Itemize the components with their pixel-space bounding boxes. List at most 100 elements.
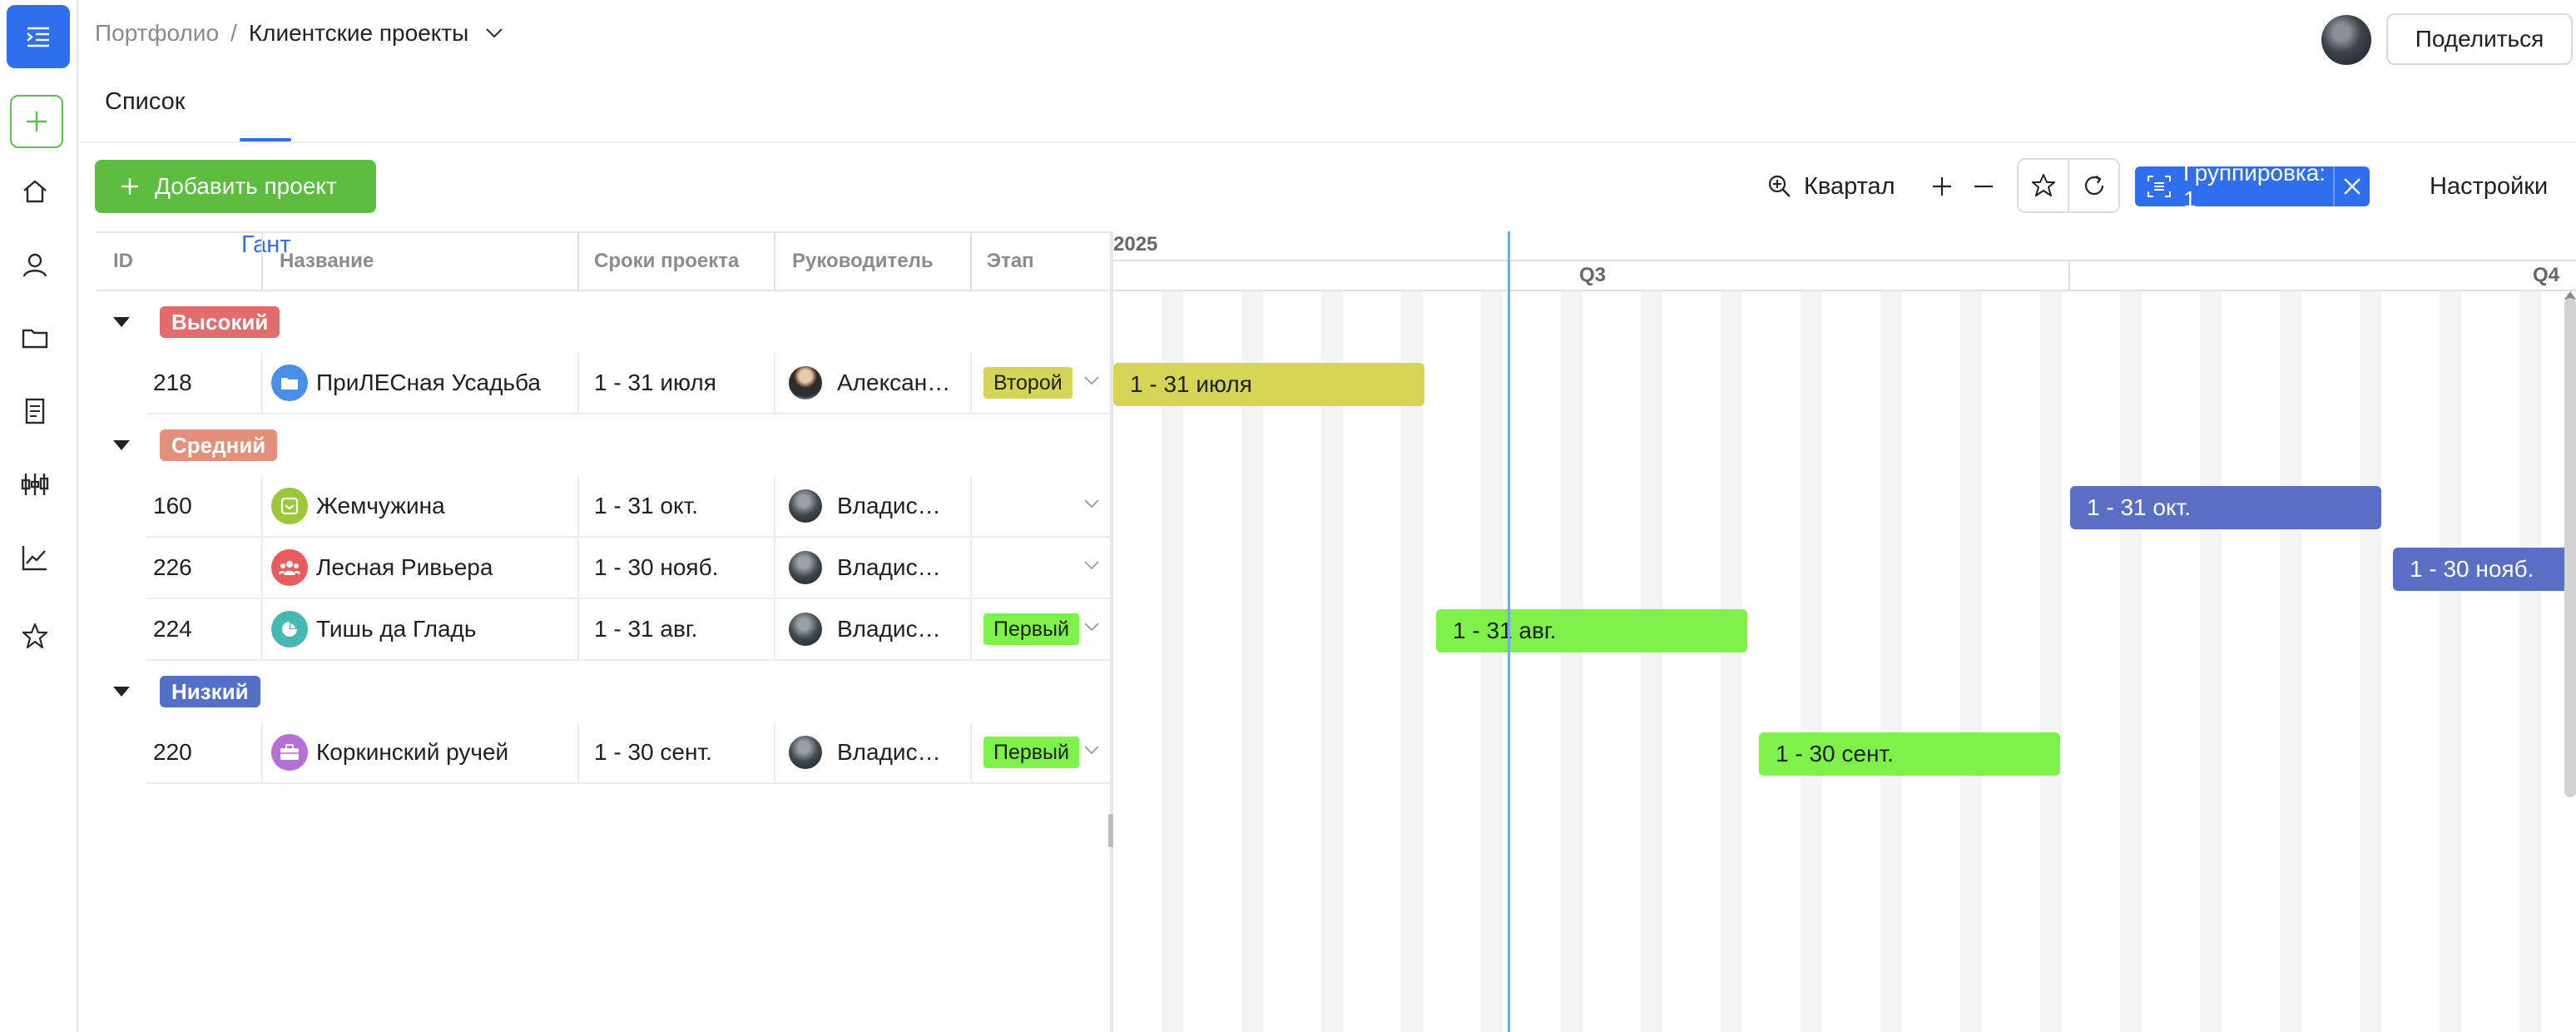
cell-divider <box>577 722 579 782</box>
cell-divider <box>261 476 263 536</box>
column-header-dates[interactable]: Сроки проекта <box>594 233 739 290</box>
manager-cell[interactable]: Владислав <box>789 476 960 536</box>
timeline-quarter: Q3 <box>1579 264 1607 286</box>
stage-cell[interactable]: Первый <box>983 722 1079 782</box>
gantt-bar[interactable]: 1 - 31 окт. <box>2070 486 2381 529</box>
avatar <box>789 736 822 769</box>
menu-toggle-button[interactable] <box>7 5 70 68</box>
chevron-down-icon[interactable] <box>1083 559 1100 574</box>
plus-icon <box>121 178 138 195</box>
group-row-high[interactable]: Высокий <box>97 291 1112 353</box>
stage-cell[interactable]: Первый <box>983 599 1079 659</box>
share-button[interactable]: Поделиться <box>2386 13 2573 65</box>
manager-cell[interactable]: Владислав <box>789 538 960 598</box>
stage-cell[interactable]: Второй <box>983 353 1073 413</box>
star-icon[interactable] <box>18 619 52 652</box>
group-row-low[interactable]: Низкий <box>97 661 1112 722</box>
refresh-button[interactable] <box>2069 160 2118 211</box>
cell-divider <box>774 353 775 413</box>
timeline-year: 2025 <box>1113 233 1158 256</box>
week-stripe <box>1960 291 1982 1032</box>
tab-list[interactable]: Список <box>105 88 186 116</box>
column-header-stage[interactable]: Этап <box>987 233 1034 290</box>
gantt-bar[interactable]: 1 - 31 авг. <box>1436 609 1747 652</box>
gantt-body[interactable]: 1 - 31 июля 1 - 31 окт. 1 - 30 нояб. 1 -… <box>1113 291 2576 1032</box>
caret-down-icon[interactable] <box>113 687 130 697</box>
cell-divider <box>970 476 972 536</box>
document-icon[interactable] <box>18 394 52 428</box>
chevron-down-icon[interactable] <box>485 27 503 39</box>
column-header-id[interactable]: ID <box>113 233 133 290</box>
gantt-bar[interactable]: 1 - 30 сент. <box>1759 732 2060 776</box>
project-name-cell[interactable]: Лесная Ривьера <box>271 538 604 598</box>
create-button[interactable] <box>10 95 63 148</box>
gantt-bar[interactable]: 1 - 30 нояб. <box>2393 548 2576 591</box>
table-row[interactable]: 220 Коркинский ручей 1 - 30 сент. Владис… <box>146 722 1112 784</box>
project-name: Тишь да Гладь <box>316 616 477 642</box>
project-name-cell[interactable]: Жемчужина <box>271 476 604 536</box>
project-dates: 1 - 30 нояб. <box>594 554 719 580</box>
timeline-quarter: Q4 <box>2533 264 2560 286</box>
project-dates: 1 - 30 сент. <box>594 739 712 765</box>
cell-divider <box>774 538 775 598</box>
column-divider <box>261 233 263 291</box>
group-icon <box>2135 175 2183 198</box>
cell-divider <box>970 538 972 598</box>
briefcase-icon <box>271 734 308 771</box>
project-name-cell[interactable]: ПриЛЕСная Усадьба <box>271 353 604 413</box>
vertical-scrollbar[interactable] <box>2564 298 2576 797</box>
refresh-icon <box>2084 176 2103 196</box>
zoom-scale-button[interactable]: Квартал <box>1767 166 1895 206</box>
row-id: 224 <box>153 616 192 642</box>
grouping-chip[interactable]: Группировка: 1 <box>2135 160 2370 212</box>
stage-badge: Первый <box>983 737 1079 768</box>
cell-divider <box>774 599 775 659</box>
chevron-down-icon[interactable] <box>1083 744 1100 759</box>
caret-down-icon[interactable] <box>113 317 130 327</box>
clear-grouping-button[interactable] <box>2333 166 2370 206</box>
priority-badge: Высокий <box>160 306 280 338</box>
avatar[interactable] <box>2321 15 2371 65</box>
gantt-bar[interactable]: 1 - 31 июля <box>1113 363 1424 406</box>
tabs-divider <box>80 141 2576 143</box>
home-icon[interactable] <box>18 175 52 208</box>
project-name-cell[interactable]: Тишь да Гладь <box>271 599 604 659</box>
chevron-down-icon[interactable] <box>1083 498 1100 513</box>
manager-cell[interactable]: Владислав <box>789 722 960 782</box>
project-name-cell[interactable]: Коркинский ручей <box>271 722 604 782</box>
favorite-button[interactable] <box>2019 160 2069 211</box>
quarter-divider <box>2068 261 2070 290</box>
user-icon[interactable] <box>18 248 52 281</box>
project-dates: 1 - 31 июля <box>594 370 716 395</box>
week-stripe <box>1880 291 1902 1032</box>
manager-cell[interactable]: Александр <box>789 353 960 413</box>
add-project-button[interactable]: Добавить проект <box>95 160 376 213</box>
manager-name: Александр <box>837 370 954 395</box>
priority-badge: Средний <box>160 429 278 461</box>
table-row[interactable]: 160 Жемчужина 1 - 31 окт. Владислав <box>146 476 1112 538</box>
manager-name: Владислав <box>837 493 954 518</box>
chevron-down-icon[interactable] <box>1083 375 1100 389</box>
table-row[interactable]: 224 Тишь да Гладь 1 - 31 авг. Владислав … <box>146 599 1112 661</box>
row-id: 220 <box>153 739 192 765</box>
manager-name: Владислав <box>837 554 954 580</box>
breadcrumb-root[interactable]: Портфолио <box>95 20 219 47</box>
column-header-name[interactable]: Название <box>280 233 374 290</box>
folder-icon[interactable] <box>18 321 52 355</box>
zoom-in-button[interactable] <box>1930 166 1954 206</box>
settings-button[interactable]: Настройки <box>2430 166 2548 206</box>
column-header-manager[interactable]: Руководитель <box>792 233 934 290</box>
table-row[interactable]: 218 ПриЛЕСная Усадьба 1 - 31 июля Алекса… <box>146 353 1112 414</box>
week-stripe <box>1561 291 1583 1032</box>
sliders-icon[interactable] <box>18 468 52 501</box>
cell-divider <box>970 722 972 782</box>
manager-cell[interactable]: Владислав <box>789 599 960 659</box>
chevron-down-icon[interactable] <box>1083 621 1100 636</box>
cell-divider <box>577 538 579 598</box>
chart-icon[interactable] <box>18 541 52 574</box>
zoom-out-button[interactable] <box>1972 166 1995 206</box>
group-row-medium[interactable]: Средний <box>97 414 1112 476</box>
column-divider <box>970 233 972 291</box>
caret-down-icon[interactable] <box>113 440 130 450</box>
table-row[interactable]: 226 Лесная Ривьера 1 - 30 нояб. Владисла… <box>146 538 1112 599</box>
